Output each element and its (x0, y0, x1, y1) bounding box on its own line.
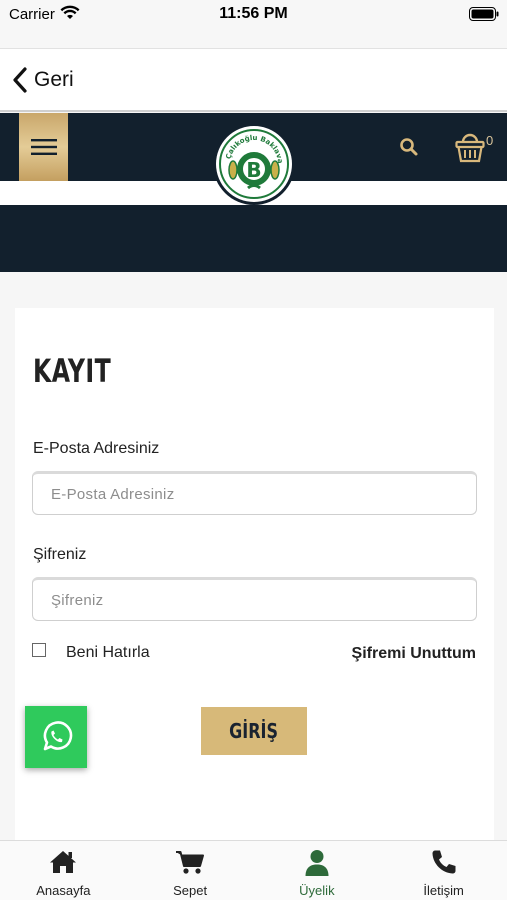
phone-icon (432, 850, 456, 874)
navigation-bar: Geri (0, 48, 507, 112)
password-field[interactable] (32, 577, 477, 621)
logo-emblem: Çalıkoğlu Baklava B (219, 129, 289, 199)
home-icon (50, 851, 77, 873)
cart-count-badge: 0 (486, 133, 494, 148)
tab-uyelik[interactable]: Üyelik (254, 841, 381, 900)
hamburger-menu-button[interactable] (19, 113, 68, 181)
forgot-password-link[interactable]: Şifremi Unuttum (352, 645, 476, 663)
cart-icon (176, 851, 205, 874)
search-icon (400, 138, 418, 156)
status-bar: Carrier 11:56 PM (0, 0, 507, 48)
battery-icon (469, 7, 499, 21)
remember-me-label[interactable]: Beni Hatırla (66, 644, 150, 662)
whatsapp-button[interactable] (25, 706, 87, 768)
back-button[interactable]: Geri (12, 67, 74, 93)
password-label: Şifreniz (33, 546, 87, 563)
hamburger-icon (30, 139, 57, 155)
search-button[interactable] (399, 137, 419, 162)
site-logo[interactable]: Çalıkoğlu Baklava B (213, 123, 295, 205)
back-label: Geri (34, 68, 74, 91)
login-button-label: GİRİŞ (229, 719, 279, 743)
tab-sepet[interactable]: Sepet (127, 841, 254, 900)
tab-bar: Anasayfa Sepet Üyelik İletişim (0, 840, 507, 900)
email-label: E-Posta Adresiniz (33, 440, 160, 457)
header-cart-button[interactable] (455, 131, 485, 168)
email-field[interactable] (32, 471, 477, 515)
tab-iletisim[interactable]: İletişim (380, 841, 507, 900)
remember-me-checkbox[interactable] (32, 643, 46, 657)
tab-label: İletişim (423, 883, 464, 898)
tab-label: Anasayfa (36, 883, 91, 898)
page-title: KAYIT (33, 352, 112, 390)
login-button[interactable]: GİRİŞ (201, 707, 307, 755)
tab-anasayfa[interactable]: Anasayfa (0, 841, 127, 900)
tab-label: Sepet (173, 883, 208, 898)
svg-text:B: B (246, 158, 261, 182)
basket-icon (455, 133, 485, 163)
chevron-left-icon (13, 67, 27, 93)
status-time: 11:56 PM (219, 5, 288, 22)
page-banner (0, 205, 507, 272)
whatsapp-icon (43, 721, 73, 751)
tab-label: Üyelik (299, 883, 335, 898)
user-icon (305, 850, 329, 876)
